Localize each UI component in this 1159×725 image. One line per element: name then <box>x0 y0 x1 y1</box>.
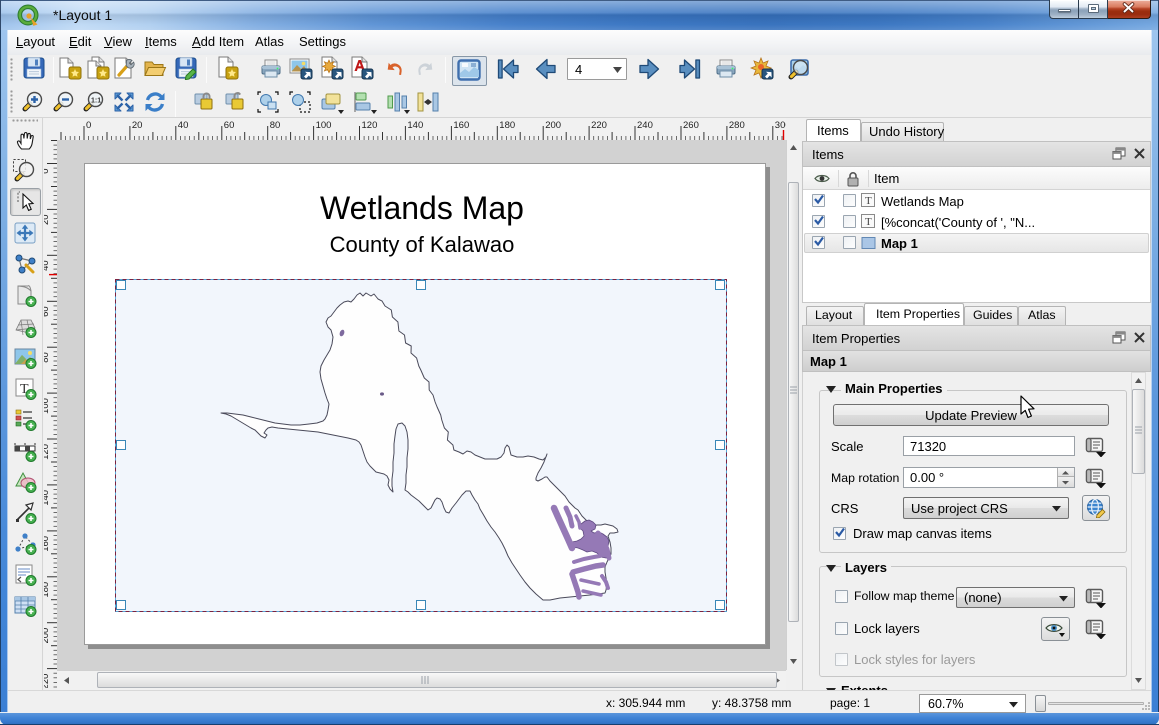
svg-text:20: 20 <box>44 214 51 225</box>
svg-text:220: 220 <box>44 674 51 688</box>
svg-text:40: 40 <box>178 120 189 131</box>
svg-text:T: T <box>865 195 872 207</box>
svg-text:140: 140 <box>407 120 423 131</box>
svg-text:160: 160 <box>44 536 51 552</box>
svg-text:80: 80 <box>44 352 51 363</box>
svg-text:0: 0 <box>44 169 51 174</box>
svg-text:100: 100 <box>44 398 51 414</box>
svg-text:0: 0 <box>86 120 91 131</box>
svg-text:40: 40 <box>44 260 51 271</box>
svg-text:20: 20 <box>132 120 143 131</box>
svg-text:80: 80 <box>270 120 281 131</box>
svg-text:140: 140 <box>44 490 51 506</box>
svg-text:60: 60 <box>224 120 235 131</box>
svg-text:180: 180 <box>44 582 51 598</box>
svg-text:120: 120 <box>362 120 378 131</box>
svg-text:240: 240 <box>637 120 653 131</box>
svg-text:280: 280 <box>729 120 745 131</box>
svg-text:T: T <box>865 216 872 228</box>
svg-text:60: 60 <box>44 306 51 317</box>
svg-text:200: 200 <box>44 628 51 644</box>
svg-text:1:1: 1:1 <box>91 98 101 105</box>
svg-text:200: 200 <box>545 120 561 131</box>
svg-text:100: 100 <box>316 120 332 131</box>
svg-text:180: 180 <box>499 120 515 131</box>
svg-text:160: 160 <box>453 120 469 131</box>
svg-text:260: 260 <box>683 120 699 131</box>
svg-text:120: 120 <box>44 444 51 460</box>
svg-text:220: 220 <box>591 120 607 131</box>
svg-text:300: 300 <box>775 120 786 131</box>
